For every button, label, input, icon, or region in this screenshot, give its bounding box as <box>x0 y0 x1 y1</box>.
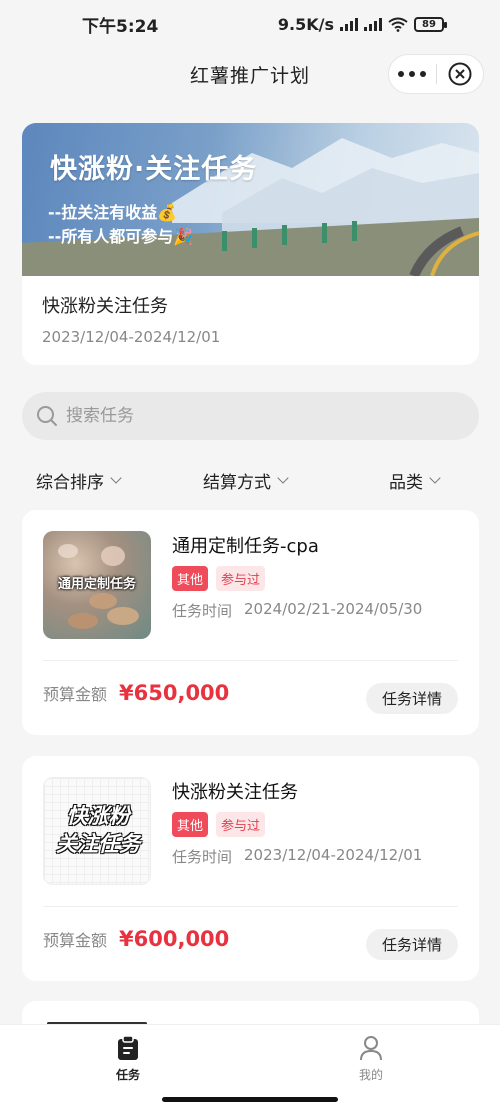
divider <box>43 660 458 661</box>
task-title: 快涨粉关注任务 <box>172 782 298 803</box>
tab-tasks-label: 任务 <box>115 1068 140 1082</box>
search-icon <box>37 406 57 426</box>
chevron-down-icon <box>277 472 289 484</box>
search-bar[interactable] <box>22 392 479 440</box>
banner-line-1: --拉关注有收益💰 <box>48 203 178 222</box>
filter-sort-label: 综合排序 <box>36 472 104 493</box>
nav-bar: 红薯推广计划 <box>0 48 500 100</box>
more-dots-icon[interactable] <box>389 71 436 77</box>
task-time-range: 2023/12/04-2024/12/01 <box>244 846 423 864</box>
thumbnail-caption: 快涨粉 关注任务 <box>44 802 150 858</box>
signal-icon <box>364 17 382 31</box>
close-circle-icon[interactable] <box>437 62 484 86</box>
signal-icon <box>340 17 358 31</box>
featured-task-card[interactable]: 快涨粉·关注任务 --拉关注有收益💰 --所有人都可参与🎉 快涨粉关注任务 20… <box>22 123 479 365</box>
banner-heading: 快涨粉·关注任务 <box>50 154 258 185</box>
task-card[interactable]: 快涨粉 关注任务 快涨粉关注任务 其他 参与过 任务时间 2023/12/04-… <box>22 756 479 981</box>
budget-value: ¥600,000 <box>119 927 230 951</box>
tab-me[interactable]: 我的 <box>331 1035 411 1083</box>
status-bar: 下午5:24 9.5K/s 89 <box>0 0 500 48</box>
home-indicator <box>162 1097 338 1102</box>
battery-icon: 89 <box>414 16 447 32</box>
task-time-range: 2024/02/21-2024/05/30 <box>244 600 423 618</box>
banner-info: 快涨粉关注任务 2023/12/04-2024/12/01 <box>22 276 479 362</box>
wifi-icon <box>388 17 408 32</box>
banner-image: 快涨粉·关注任务 --拉关注有收益💰 --所有人都可参与🎉 <box>22 123 479 276</box>
task-time: 任务时间 2023/12/04-2024/12/01 <box>172 846 422 867</box>
task-time: 任务时间 2024/02/21-2024/05/30 <box>172 600 422 621</box>
divider <box>43 906 458 907</box>
chevron-down-icon <box>429 472 441 484</box>
filter-settlement-label: 结算方式 <box>203 472 271 493</box>
budget-value: ¥650,000 <box>119 681 230 705</box>
chevron-down-icon <box>110 472 122 484</box>
task-detail-button[interactable]: 任务详情 <box>365 683 458 714</box>
network-speed: 9.5K/s <box>277 14 334 34</box>
status-indicators: 9.5K/s 89 <box>277 14 447 34</box>
tag-participated: 参与过 <box>216 812 266 837</box>
thumbnail-caption-line-2: 关注任务 <box>56 832 140 856</box>
thumbnail-caption-line-1: 快涨粉 <box>66 804 130 828</box>
task-thumbnail: 通用定制任务 <box>43 531 151 639</box>
search-input[interactable] <box>66 406 426 426</box>
task-budget: 预算金额 ¥600,000 <box>43 927 229 951</box>
task-thumbnail: 快涨粉 关注任务 <box>43 777 151 885</box>
tag-participated: 参与过 <box>216 566 266 591</box>
task-time-label: 任务时间 <box>172 848 233 866</box>
status-time: 下午5:24 <box>82 16 159 37</box>
tab-me-label: 我的 <box>358 1068 383 1082</box>
featured-task-date: 2023/12/04-2024/12/01 <box>42 328 221 346</box>
filter-category[interactable]: 品类 <box>389 468 441 493</box>
tag-category: 其他 <box>172 566 209 591</box>
page-title: 红薯推广计划 <box>189 64 310 87</box>
person-icon <box>360 1036 382 1061</box>
battery-level: 89 <box>422 18 436 30</box>
featured-task-title: 快涨粉关注任务 <box>42 296 168 317</box>
task-card[interactable]: 通用定制任务 通用定制任务-cpa 其他 参与过 任务时间 2024/02/21… <box>22 510 479 735</box>
filter-bar: 综合排序 结算方式 品类 <box>0 458 500 502</box>
clipboard-icon <box>118 1035 138 1060</box>
filter-settlement[interactable]: 结算方式 <box>203 468 289 493</box>
mini-program-capsule <box>388 54 484 94</box>
thumbnail-caption: 通用定制任务 <box>57 577 136 592</box>
task-tags: 其他 参与过 <box>172 812 266 837</box>
banner-line-2: --所有人都可参与🎉 <box>48 227 194 246</box>
budget-label: 预算金额 <box>43 931 108 950</box>
filter-sort[interactable]: 综合排序 <box>36 468 122 493</box>
task-title: 通用定制任务-cpa <box>172 536 319 557</box>
tab-tasks[interactable]: 任务 <box>88 1035 168 1083</box>
task-detail-button[interactable]: 任务详情 <box>365 929 458 960</box>
budget-label: 预算金额 <box>43 685 108 704</box>
task-budget: 预算金额 ¥650,000 <box>43 681 229 705</box>
filter-category-label: 品类 <box>389 472 423 493</box>
tag-category: 其他 <box>172 812 209 837</box>
task-tags: 其他 参与过 <box>172 566 266 591</box>
task-time-label: 任务时间 <box>172 602 233 620</box>
